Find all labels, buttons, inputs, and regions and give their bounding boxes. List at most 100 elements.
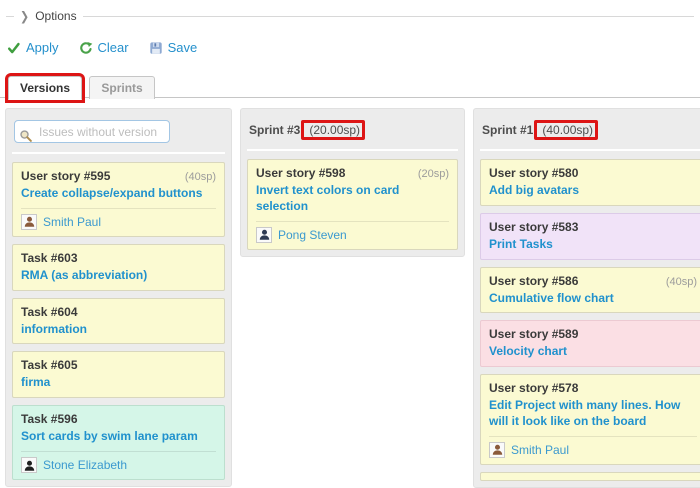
annotation-box: (40.00sp) — [534, 120, 598, 140]
options-label: Options — [35, 9, 76, 23]
tab-bar: Versions Sprints — [0, 75, 700, 98]
toolbar: Apply Clear Save — [7, 40, 700, 55]
issue-subject-link[interactable]: information — [21, 322, 87, 336]
card-subject: Cumulative flow chart — [489, 291, 697, 307]
card-title: Task #603 — [21, 251, 78, 265]
card-story-points: (20sp) — [418, 168, 449, 180]
card-header: User story #586 (40sp) — [489, 274, 697, 288]
column-no-version: User story #595 (40sp) Create collapse/e… — [5, 108, 232, 487]
issue-card[interactable] — [480, 472, 700, 481]
issue-subject-link[interactable]: Sort cards by swim lane param — [21, 429, 198, 443]
issue-card[interactable]: User story #578 Edit Project with many l… — [480, 374, 700, 465]
card-subject: Sort cards by swim lane param — [21, 429, 216, 445]
card-story-points: (40sp) — [666, 276, 697, 288]
sprint-points: (40.00sp) — [542, 123, 593, 137]
apply-label: Apply — [26, 40, 59, 55]
card-title: User story #578 — [489, 381, 578, 395]
issue-card[interactable]: User story #589 Velocity chart — [480, 320, 700, 367]
clear-button[interactable]: Clear — [79, 40, 129, 55]
reload-icon — [79, 41, 93, 55]
card-subject: Add big avatars — [489, 183, 697, 199]
card-header: Task #603 — [21, 251, 216, 265]
card-title: Task #604 — [21, 305, 78, 319]
card-title: User story #589 — [489, 327, 578, 341]
sprint-name: Sprint #3 — [249, 123, 300, 137]
issue-card[interactable]: User story #583 Print Tasks — [480, 213, 700, 260]
tab-sprints[interactable]: Sprints — [89, 76, 154, 99]
card-list: User story #595 (40sp) Create collapse/e… — [12, 162, 225, 480]
column-header: Sprint #3(20.00sp) — [247, 115, 458, 151]
options-section: ❯ Options — [6, 9, 694, 23]
issue-card[interactable]: Task #596 Sort cards by swim lane param … — [12, 405, 225, 480]
issue-card[interactable]: Task #604 information — [12, 298, 225, 345]
search-input[interactable] — [14, 120, 170, 143]
card-assignee: Pong Steven — [256, 221, 449, 243]
issue-subject-link[interactable]: RMA (as abbreviation) — [21, 268, 147, 282]
collapse-arrow-icon: ❯ — [20, 9, 29, 24]
card-header: User story #578 — [489, 381, 697, 395]
card-header: User story #595 (40sp) — [21, 169, 216, 183]
assignee-link[interactable]: Pong Steven — [278, 228, 347, 242]
issue-card[interactable]: User story #598 (20sp) Invert text color… — [247, 159, 458, 250]
card-title: Task #596 — [21, 412, 78, 426]
agile-board: User story #595 (40sp) Create collapse/e… — [5, 108, 700, 488]
sprint-name: Sprint #1 — [482, 123, 533, 137]
avatar — [256, 227, 272, 243]
card-header: User story #580 — [489, 166, 697, 180]
card-title: User story #598 — [256, 166, 345, 180]
assignee-link[interactable]: Smith Paul — [43, 215, 101, 229]
card-assignee: Smith Paul — [489, 436, 697, 458]
issue-subject-link[interactable]: firma — [21, 375, 50, 389]
annotation-box: (20.00sp) — [301, 120, 365, 140]
issue-subject-link[interactable]: Print Tasks — [489, 237, 553, 251]
issue-card[interactable]: User story #595 (40sp) Create collapse/e… — [12, 162, 225, 237]
column-sprint-3: Sprint #3(20.00sp) User story #598 (20sp… — [240, 108, 465, 257]
avatar — [21, 214, 37, 230]
card-title: User story #586 — [489, 274, 578, 288]
card-title: User story #595 — [21, 169, 110, 183]
assignee-link[interactable]: Smith Paul — [511, 443, 569, 457]
card-subject: Print Tasks — [489, 237, 697, 253]
column-search-zone — [12, 115, 225, 154]
card-subject: Edit Project with many lines. How will i… — [489, 398, 697, 430]
card-title: User story #580 — [489, 166, 578, 180]
issue-subject-link[interactable]: Create collapse/expand buttons — [21, 186, 202, 200]
card-header: User story #589 — [489, 327, 697, 341]
card-list: User story #580 Add big avatars User sto… — [480, 159, 700, 481]
card-subject: information — [21, 322, 216, 338]
assignee-link[interactable]: Stone Elizabeth — [43, 458, 127, 472]
card-subject: Create collapse/expand buttons — [21, 186, 216, 202]
card-subject: RMA (as abbreviation) — [21, 268, 216, 284]
card-title: Task #605 — [21, 358, 78, 372]
floppy-disk-icon — [149, 41, 163, 55]
card-header: User story #583 — [489, 220, 697, 234]
tab-versions[interactable]: Versions — [8, 76, 82, 100]
save-button[interactable]: Save — [149, 40, 198, 55]
issue-subject-link[interactable]: Add big avatars — [489, 183, 579, 197]
avatar — [21, 457, 37, 473]
issue-card[interactable]: User story #586 (40sp) Cumulative flow c… — [480, 267, 700, 314]
card-subject: firma — [21, 375, 216, 391]
issue-card[interactable]: User story #580 Add big avatars — [480, 159, 700, 206]
issue-subject-link[interactable]: Cumulative flow chart — [489, 291, 614, 305]
clear-label: Clear — [98, 40, 129, 55]
card-list: User story #598 (20sp) Invert text color… — [247, 159, 458, 250]
card-assignee: Stone Elizabeth — [21, 451, 216, 473]
card-title: User story #583 — [489, 220, 578, 234]
column-header: Sprint #1 (40.00sp) — [480, 115, 700, 151]
card-header: Task #604 — [21, 305, 216, 319]
issue-card[interactable]: Task #603 RMA (as abbreviation) — [12, 244, 225, 291]
issue-card[interactable]: Task #605 firma — [12, 351, 225, 398]
options-toggle[interactable]: ❯ Options — [14, 9, 83, 23]
card-subject: Invert text colors on card selection — [256, 183, 449, 215]
card-story-points: (40sp) — [185, 171, 216, 183]
issue-subject-link[interactable]: Velocity chart — [489, 344, 567, 358]
issue-subject-link[interactable]: Edit Project with many lines. How will i… — [489, 398, 680, 428]
card-header: Task #596 — [21, 412, 216, 426]
apply-button[interactable]: Apply — [7, 40, 59, 55]
column-sprint-1: Sprint #1 (40.00sp) User story #580 Add b… — [473, 108, 700, 488]
card-subject: Velocity chart — [489, 344, 697, 360]
save-label: Save — [168, 40, 198, 55]
search-icon — [19, 129, 33, 146]
issue-subject-link[interactable]: Invert text colors on card selection — [256, 183, 399, 213]
